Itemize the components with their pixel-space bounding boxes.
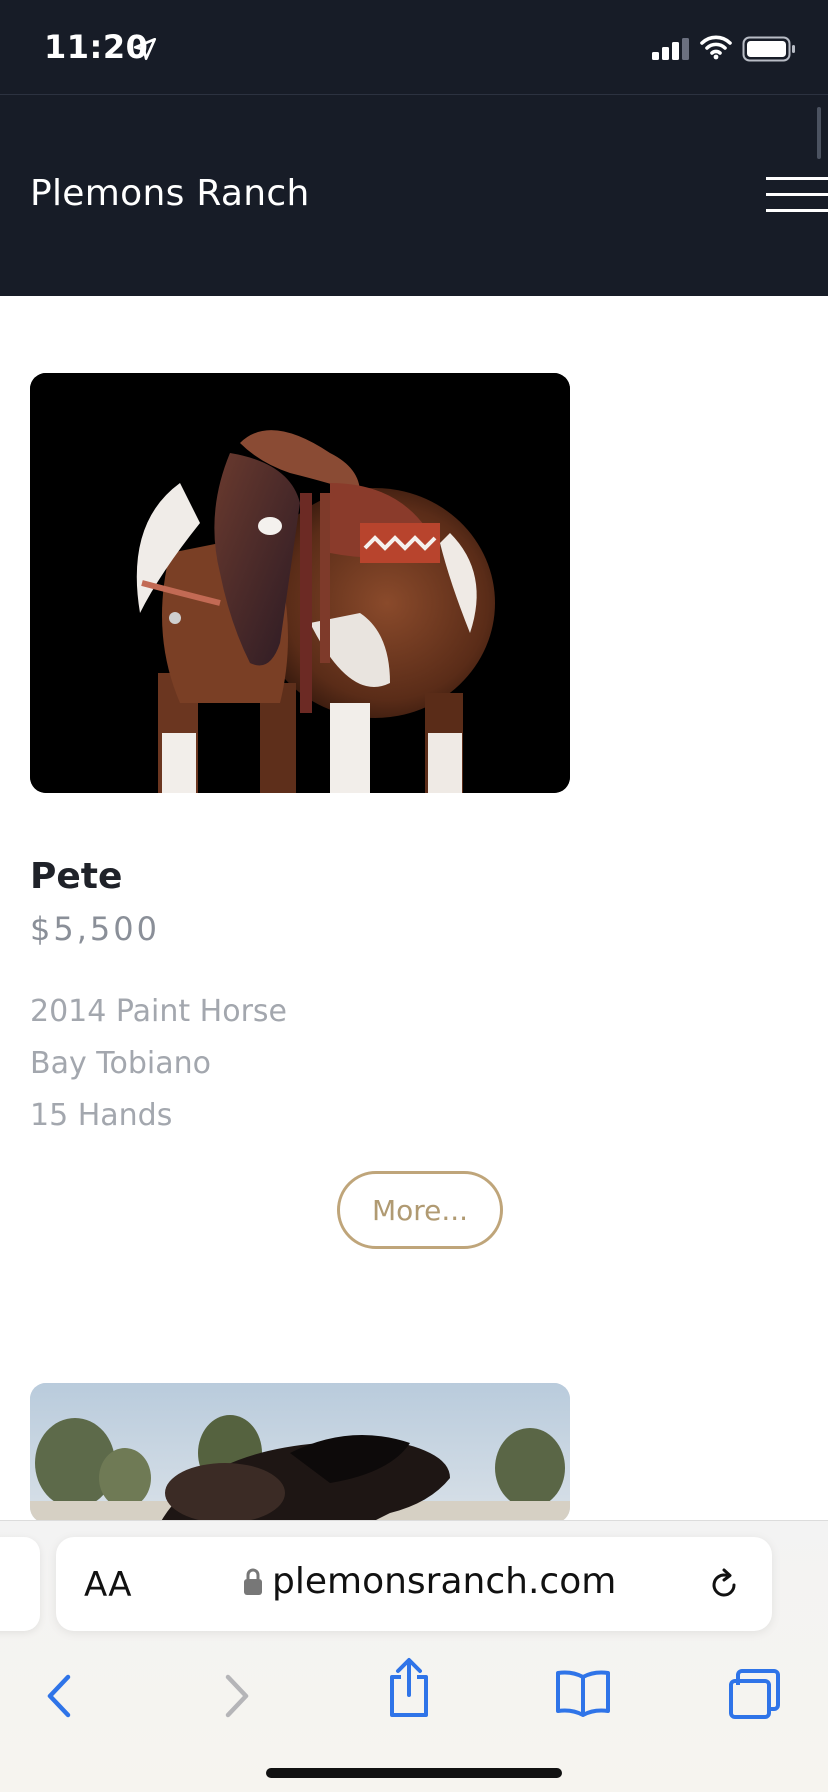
cellular-signal-icon — [652, 38, 689, 60]
horse-price: $5,500 — [30, 910, 160, 948]
horse-photo-illustration — [30, 1383, 570, 1523]
site-header: Plemons Ranch — [0, 95, 828, 296]
back-icon[interactable] — [44, 1673, 74, 1719]
previous-tab-peek[interactable] — [0, 1537, 40, 1631]
bookmarks-icon[interactable] — [554, 1669, 612, 1717]
reload-icon[interactable] — [706, 1567, 742, 1603]
text-size-label: AA — [84, 1565, 132, 1605]
horse-photo[interactable] — [30, 1383, 570, 1523]
text-size-button[interactable]: AA — [84, 1565, 131, 1605]
home-indicator — [266, 1768, 562, 1778]
location-arrow-icon — [133, 37, 157, 61]
hamburger-menu-icon[interactable] — [766, 177, 828, 213]
site-title[interactable]: Plemons Ranch — [30, 173, 310, 214]
wifi-icon — [700, 35, 732, 60]
address-bar[interactable]: AA plemonsranch.com — [56, 1537, 772, 1631]
horse-detail-age-breed: 2014 Paint Horse — [30, 994, 287, 1029]
status-bar: 11:20 — [0, 0, 828, 95]
share-icon[interactable] — [386, 1657, 432, 1719]
safari-toolbar: AA plemonsranch.com — [0, 1520, 828, 1792]
url-text: plemonsranch.com — [272, 1561, 617, 1602]
url-field[interactable]: plemonsranch.com — [242, 1561, 616, 1602]
forward-icon[interactable] — [222, 1673, 252, 1719]
horse-photo-illustration — [30, 373, 570, 793]
lock-icon — [244, 1568, 262, 1595]
horse-name: Pete — [30, 856, 123, 897]
horse-detail-height: 15 Hands — [30, 1098, 173, 1133]
tabs-icon[interactable] — [728, 1669, 782, 1719]
scroll-indicator — [817, 107, 821, 159]
battery-icon — [742, 36, 795, 62]
horse-detail-color: Bay Tobiano — [30, 1046, 211, 1081]
horse-photo[interactable] — [30, 373, 570, 793]
more-button[interactable]: More... — [337, 1171, 503, 1249]
